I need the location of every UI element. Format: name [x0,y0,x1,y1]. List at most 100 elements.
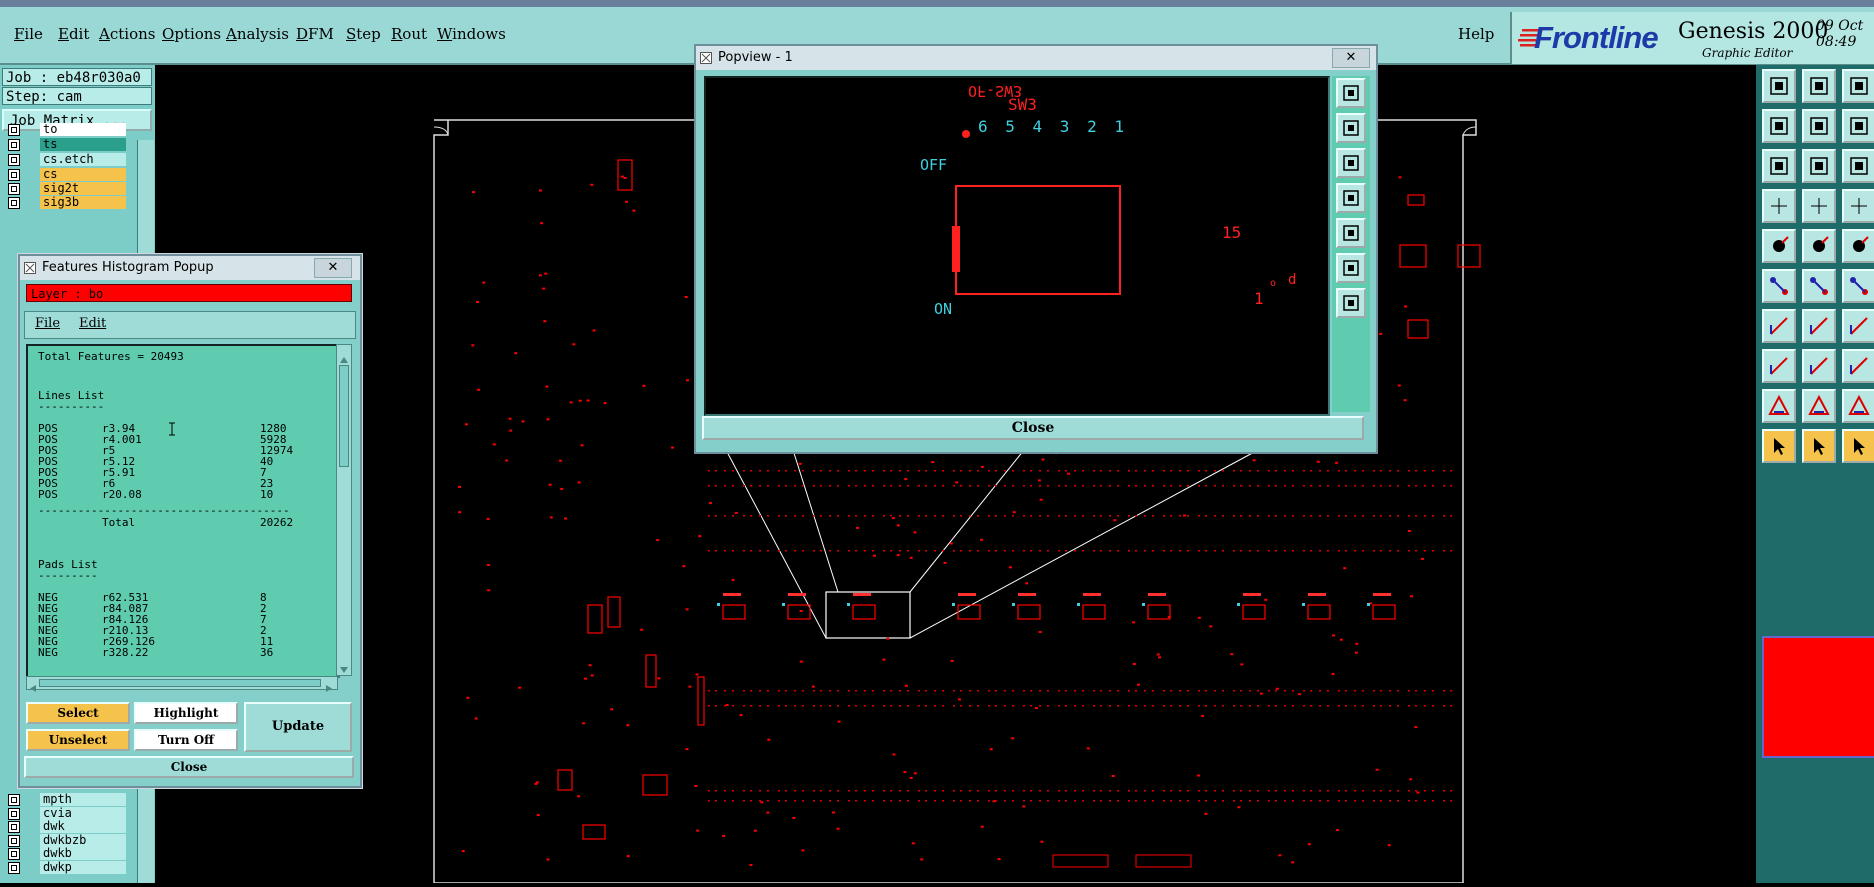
zoom-window-icon[interactable] [1842,69,1874,103]
select-region-icon[interactable] [1802,429,1836,463]
scroll-down-icon[interactable] [339,659,348,673]
zoom-1-2-icon[interactable] [1842,149,1874,183]
layer-name: cs [40,168,126,181]
highlight-button[interactable]: Highlight [134,702,238,724]
zoom-in-icon[interactable] [1762,69,1796,103]
ruler-icon[interactable] [1842,229,1874,263]
layer-row[interactable]: to [4,123,126,137]
pan-right-icon[interactable] [1336,218,1366,248]
zoom-home-icon[interactable] [1336,288,1366,318]
layer-row[interactable]: ts [4,138,126,152]
zoom-center-icon[interactable] [1802,149,1836,183]
select-cursor-icon[interactable] [1842,429,1874,463]
zoom-in-icon[interactable] [1336,113,1366,143]
select-arrow-icon[interactable] [1762,429,1796,463]
layer-toggle-checkbox[interactable] [8,197,20,209]
scroll-up-icon[interactable] [339,349,348,363]
arc-icon[interactable] [1842,309,1874,343]
connect-icon[interactable] [1762,269,1796,303]
menu-help[interactable]: Help [1458,25,1494,43]
layer-row[interactable]: cs [4,168,126,182]
scroll-thumb[interactable] [339,365,349,467]
layer-row[interactable]: sig3b [4,196,126,210]
popview-canvas[interactable]: OF-SW3 SW3 6 5 4 3 2 1 OFF ON 15 d o 1 [704,76,1330,416]
layer-toggle-checkbox[interactable] [8,834,20,847]
delete-icon[interactable] [1802,269,1836,303]
pan-left-icon[interactable] [1336,183,1366,213]
add-pad-icon[interactable] [1762,229,1796,263]
menu-edit[interactable]: Edit [58,25,89,43]
layer-toggle-checkbox[interactable] [8,183,20,195]
polygon-icon[interactable] [1762,389,1796,423]
layer-row[interactable]: sig2t [4,182,126,196]
unselect-button[interactable]: Unselect [26,729,130,751]
line-move-icon[interactable] [1802,309,1836,343]
menu-analysis[interactable]: Analysis [226,25,289,43]
step-name: Step: cam [2,87,152,105]
zoom-area-icon[interactable] [1336,253,1366,283]
layer-color-swatch[interactable] [1762,636,1874,758]
menu-windows[interactable]: Windows [437,25,506,43]
measure-icon[interactable] [1762,189,1796,223]
zoom-out-icon[interactable] [1802,69,1836,103]
total-features: Total Features = 20493 [38,350,184,363]
scroll-right-icon[interactable] [325,678,333,692]
pan-left-icon[interactable] [1762,109,1796,143]
zoom-fit-icon[interactable] [1336,78,1366,108]
popview-close-button[interactable]: Close [702,416,1364,440]
menu-actions[interactable]: Actions [99,25,155,43]
layer-toggle-checkbox[interactable] [8,861,20,874]
dimension-icon[interactable] [1842,349,1874,383]
close-icon[interactable]: ✕ [314,258,352,278]
pan-right-icon[interactable] [1802,109,1836,143]
histogram-text-area[interactable]: Total Features = 20493 Lines List ------… [26,344,340,678]
histogram-menu-edit[interactable]: Edit [79,316,106,331]
layer-toggle-checkbox[interactable] [8,169,20,181]
histogram-vertical-scrollbar[interactable] [336,344,352,676]
layer-row[interactable]: cs.etch [4,153,126,167]
histogram-horizontal-scrollbar[interactable] [26,676,338,692]
layer-toggle-checkbox[interactable] [8,848,20,860]
layer-row[interactable]: dwkb [4,847,126,861]
add-line-icon[interactable] [1802,229,1836,263]
menu-rout[interactable]: Rout [391,25,427,43]
polygon-move-icon[interactable] [1842,389,1874,423]
popview-text-sw3: SW3 [1008,95,1037,114]
layer-toggle-checkbox[interactable] [8,794,20,806]
turn-off-button[interactable]: Turn Off [134,729,238,751]
layer-row[interactable]: mpth [4,793,126,807]
layer-toggle-checkbox[interactable] [8,154,20,166]
grid-icon[interactable] [1802,189,1836,223]
line-edit-icon[interactable] [1762,309,1796,343]
zoom-out-icon[interactable] [1336,148,1366,178]
row-polarity: POS [38,488,58,501]
scroll-thumb-h[interactable] [39,679,321,687]
layer-row[interactable]: dwkp [4,860,126,875]
menu-options[interactable]: Options [162,25,221,43]
layer-toggle-checkbox[interactable] [8,139,20,151]
pad-edit-icon[interactable] [1762,349,1796,383]
scroll-left-icon[interactable] [29,678,37,692]
histogram-close-button[interactable]: Close [24,756,354,778]
menu-step[interactable]: Step [346,25,381,43]
slot-icon[interactable] [1802,349,1836,383]
layer-name: dwkp [40,860,126,874]
layer-toggle-checkbox[interactable] [8,807,20,820]
menu-file[interactable]: File [14,25,43,43]
zoom-back-icon[interactable] [1842,109,1874,143]
layer-name: mpth [40,793,126,806]
update-button[interactable]: Update [244,702,352,752]
add-arc-icon[interactable] [1842,269,1874,303]
zoom-fit-icon[interactable] [1762,149,1796,183]
layer-row[interactable]: dwk [4,820,126,834]
popview-text-digits: 6 5 4 3 2 1 [978,117,1128,136]
snap-icon[interactable] [1842,189,1874,223]
close-icon[interactable]: ✕ [1332,48,1370,68]
select-button[interactable]: Select [26,702,130,724]
layer-toggle-checkbox[interactable] [8,124,20,136]
layer-toggle-checkbox[interactable] [8,821,20,833]
menu-dfm[interactable]: DFM [296,25,334,43]
histogram-menu-file[interactable]: File [35,316,60,331]
histogram-titlebar: Features Histogram Popup ✕ [20,256,360,280]
polygon-edit-icon[interactable] [1802,389,1836,423]
